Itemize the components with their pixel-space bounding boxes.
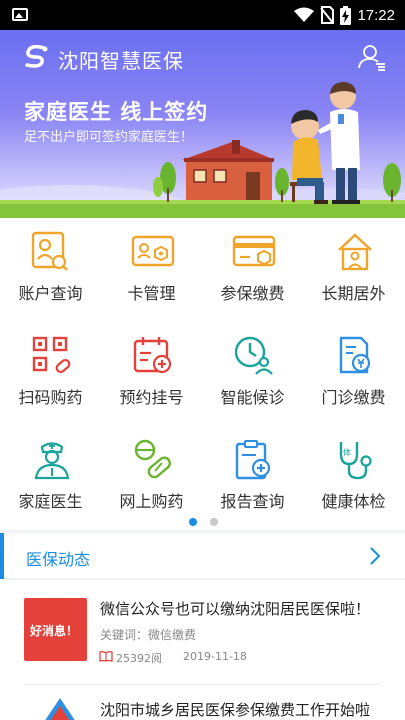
service-label: 健康体检 [321, 492, 386, 511]
insurance-pay-icon [232, 235, 276, 267]
service-family-doctor[interactable]: 家庭医生 [0, 426, 101, 524]
service-label: 智能候诊 [220, 388, 285, 407]
service-appointment[interactable]: 预约挂号 [101, 322, 202, 420]
service-label: 账户查询 [18, 284, 83, 303]
smart-queue-icon [234, 336, 273, 375]
news-section-header[interactable]: 医保动态 [0, 533, 405, 579]
user-profile-icon[interactable] [357, 42, 387, 72]
service-live-abroad[interactable]: 长期居外 [303, 218, 404, 316]
online-pharmacy-icon [134, 439, 172, 479]
appointment-icon [133, 337, 172, 374]
news-item[interactable]: 沈阳市城乡居民医保参保缴费工作开始啦 [0, 580, 405, 720]
app-logo-icon [25, 44, 48, 68]
live-abroad-icon [338, 233, 372, 271]
service-smart-queue[interactable]: 智能候诊 [202, 322, 303, 420]
service-card-manage[interactable]: 卡管理 [101, 218, 202, 316]
pager-dot[interactable] [210, 518, 218, 526]
banner-subline: 足不出户即可签约家庭医生！ [24, 130, 194, 145]
chevron-right-icon[interactable] [369, 546, 381, 566]
service-outpatient-pay[interactable]: 门诊缴费 [303, 322, 404, 420]
service-report-query[interactable]: 报告查询 [202, 426, 303, 524]
service-label: 长期居外 [321, 284, 386, 303]
services-grid: 账户查询 卡管理 参保缴费 长期居外 扫码购药 预约挂号 智能候诊 门诊缴费 家… [0, 218, 405, 530]
section-accent-bar [0, 533, 4, 579]
news-section-title: 医保动态 [26, 550, 91, 569]
promo-banner[interactable]: 沈阳智慧医保 家庭医生 线上签约 足不出户即可签约家庭医生！ [0, 30, 405, 218]
scan-buy-medicine-icon [32, 336, 71, 374]
news-list: 好消息！ 微信公众号也可以缴纳沈阳居民医保啦！ 关键词：微信缴费 25392阅 … [0, 580, 405, 720]
service-label: 预约挂号 [119, 388, 184, 407]
service-label: 网上购药 [119, 492, 184, 511]
service-label: 门诊缴费 [321, 388, 386, 407]
service-label: 卡管理 [127, 284, 176, 303]
service-label: 扫码购药 [18, 388, 83, 407]
service-label: 家庭医生 [18, 492, 83, 511]
battery-charging-icon [340, 5, 352, 25]
service-label: 参保缴费 [220, 284, 285, 303]
service-online-pharmacy[interactable]: 网上购药 [101, 426, 202, 524]
no-sim-icon [320, 6, 335, 24]
wifi-icon [294, 7, 315, 22]
status-bar: 17:22 [0, 0, 405, 30]
divider [24, 684, 381, 685]
outpatient-pay-icon [339, 336, 371, 374]
service-account-query[interactable]: 账户查询 [0, 218, 101, 316]
service-label: 报告查询 [220, 492, 285, 511]
pager-dots [0, 514, 405, 530]
pager-dot-active[interactable] [189, 518, 197, 526]
service-scan-buy-medicine[interactable]: 扫码购药 [0, 322, 101, 420]
svg-text:体: 体 [343, 447, 351, 457]
news-thumbnail-2 [45, 698, 75, 720]
clock: 17:22 [357, 6, 395, 24]
service-health-checkup[interactable]: 体 健康体检 [303, 426, 404, 524]
report-query-icon [235, 440, 271, 480]
news-title: 沈阳市城乡居民医保参保缴费工作开始啦 [100, 701, 371, 719]
card-manage-icon [131, 235, 175, 267]
health-checkup-icon: 体 [339, 442, 372, 480]
service-insurance-pay[interactable]: 参保缴费 [202, 218, 303, 316]
family-doctor-icon [34, 442, 70, 480]
app-title: 沈阳智慧医保 [58, 49, 184, 73]
banner-headline: 家庭医生 线上签约 [24, 100, 209, 124]
account-query-icon [31, 231, 68, 271]
image-notification-icon [12, 8, 28, 21]
